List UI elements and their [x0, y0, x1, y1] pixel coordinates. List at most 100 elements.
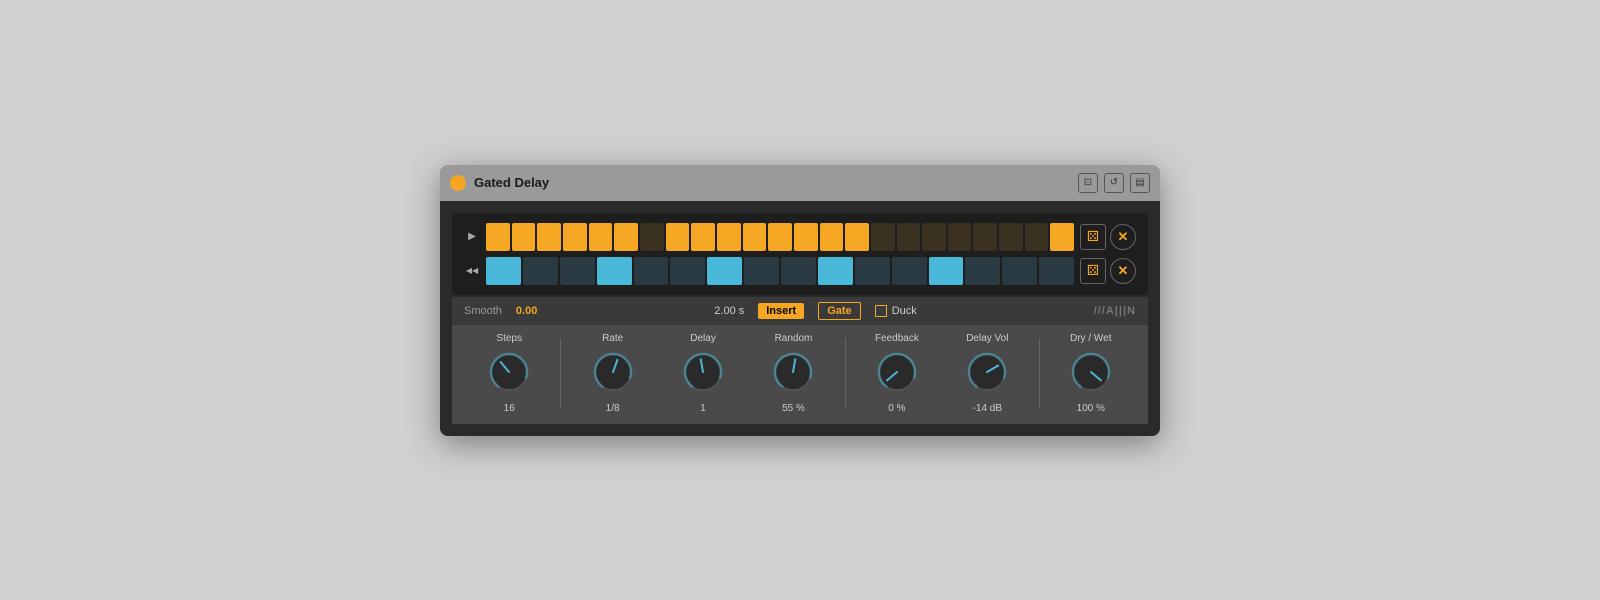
seq-row-2: ◀◀ ⚄ ✕	[464, 257, 1136, 285]
seq-cell-1-7[interactable]	[666, 223, 690, 251]
knob-steps[interactable]	[487, 350, 531, 399]
knob-label-feedback: Feedback	[875, 333, 919, 344]
refresh-icon[interactable]: ↺	[1104, 173, 1124, 193]
knob-label-random: Random	[775, 333, 813, 344]
knob-group-rate: Rate 1/8	[567, 333, 657, 414]
knob-dry-wet[interactable]	[1069, 350, 1113, 399]
knob-delay-vol[interactable]	[965, 350, 1009, 399]
bottom-bar: Smooth 0.00 2.00 s Insert Gate Duck ///A…	[452, 297, 1148, 325]
gate-button[interactable]: Gate	[818, 302, 860, 320]
knob-group-steps: Steps 16	[464, 333, 554, 414]
time-value: 2.00 s	[714, 305, 744, 317]
knob-group-delay: Delay 1	[658, 333, 748, 414]
seq-cell-1-5[interactable]	[614, 223, 638, 251]
sequencer-area: ▶ ⚄ ✕ ◀◀ ⚄ ✕	[452, 213, 1148, 295]
plugin-body: ▶ ⚄ ✕ ◀◀ ⚄ ✕ Smooth 0.00 2.00 s	[440, 201, 1160, 436]
insert-button[interactable]: Insert	[758, 303, 804, 319]
seq-cell-2-15[interactable]	[1039, 257, 1074, 285]
title-left: Gated Delay	[450, 175, 549, 191]
smooth-value: 0.00	[516, 305, 537, 317]
title-bar: Gated Delay ⊡ ↺ ▤	[440, 165, 1160, 201]
title-icons: ⊡ ↺ ▤	[1078, 173, 1150, 193]
seq-cell-2-3[interactable]	[597, 257, 632, 285]
seq-cell-1-9[interactable]	[717, 223, 741, 251]
seq-cells-1	[486, 223, 1074, 251]
seq-cell-2-0[interactable]	[486, 257, 521, 285]
seq-cell-1-3[interactable]	[563, 223, 587, 251]
seq-cell-2-14[interactable]	[1002, 257, 1037, 285]
knob-value-random: 55 %	[782, 403, 805, 414]
knob-value-steps: 16	[504, 403, 515, 414]
seq-cell-2-13[interactable]	[965, 257, 1000, 285]
seq-cell-1-16[interactable]	[897, 223, 921, 251]
seq-cell-2-7[interactable]	[744, 257, 779, 285]
dice-button-2[interactable]: ⚄	[1080, 258, 1106, 284]
knob-rate[interactable]	[591, 350, 635, 399]
window-title: Gated Delay	[474, 175, 549, 190]
seq-cell-2-4[interactable]	[634, 257, 669, 285]
seq-controls-2: ⚄ ✕	[1080, 258, 1136, 284]
brand-text: ///A|||N	[1094, 305, 1136, 317]
knob-group-feedback: Feedback 0 %	[852, 333, 942, 414]
seq-cell-2-11[interactable]	[892, 257, 927, 285]
close-button-2[interactable]: ✕	[1110, 258, 1136, 284]
seq-cell-1-10[interactable]	[743, 223, 767, 251]
knob-group-dry-wet: Dry / Wet 100 %	[1046, 333, 1136, 414]
seq-cell-1-19[interactable]	[973, 223, 997, 251]
knob-value-dry-wet: 100 %	[1077, 403, 1105, 414]
seq-cell-2-2[interactable]	[560, 257, 595, 285]
seq-cell-1-12[interactable]	[794, 223, 818, 251]
plugin-window: Gated Delay ⊡ ↺ ▤ ▶ ⚄ ✕ ◀◀	[440, 165, 1160, 436]
seq-cell-2-10[interactable]	[855, 257, 890, 285]
knob-group-random: Random 55 %	[748, 333, 838, 414]
seq-cell-1-13[interactable]	[820, 223, 844, 251]
resize-icon[interactable]: ⊡	[1078, 173, 1098, 193]
seq-cell-1-18[interactable]	[948, 223, 972, 251]
duck-container: Duck	[875, 305, 917, 317]
knob-feedback[interactable]	[875, 350, 919, 399]
power-button[interactable]	[450, 175, 466, 191]
seq-cell-1-22[interactable]	[1050, 223, 1074, 251]
dice-button-1[interactable]: ⚄	[1080, 224, 1106, 250]
knob-label-steps: Steps	[496, 333, 522, 344]
play-button-1[interactable]: ▶	[464, 231, 480, 242]
save-icon[interactable]: ▤	[1130, 173, 1150, 193]
duck-checkbox[interactable]	[875, 305, 887, 317]
knob-separator-1	[560, 338, 561, 408]
knob-value-rate: 1/8	[606, 403, 620, 414]
seq-cell-2-12[interactable]	[929, 257, 964, 285]
seq-cell-2-8[interactable]	[781, 257, 816, 285]
knob-label-delay-vol: Delay Vol	[966, 333, 1008, 344]
knob-value-delay-vol: -14 dB	[973, 403, 1002, 414]
seq-cell-1-4[interactable]	[589, 223, 613, 251]
knob-label-rate: Rate	[602, 333, 623, 344]
seq-row-1: ▶ ⚄ ✕	[464, 223, 1136, 251]
close-button-1[interactable]: ✕	[1110, 224, 1136, 250]
seq-cell-2-5[interactable]	[670, 257, 705, 285]
seq-cell-2-9[interactable]	[818, 257, 853, 285]
seq-cell-1-17[interactable]	[922, 223, 946, 251]
knob-label-dry-wet: Dry / Wet	[1070, 333, 1111, 344]
seq-cell-1-20[interactable]	[999, 223, 1023, 251]
seq-cell-2-1[interactable]	[523, 257, 558, 285]
seq-cell-1-11[interactable]	[768, 223, 792, 251]
seq-cell-1-0[interactable]	[486, 223, 510, 251]
seq-cell-1-15[interactable]	[871, 223, 895, 251]
knob-random[interactable]	[771, 350, 815, 399]
seq-cell-1-21[interactable]	[1025, 223, 1049, 251]
seq-cell-1-1[interactable]	[512, 223, 536, 251]
knobs-area: Steps 16Rate 1/8Delay 1Random 55 %Feedba…	[452, 325, 1148, 424]
knob-label-delay: Delay	[690, 333, 716, 344]
knob-group-delay-vol: Delay Vol -14 dB	[942, 333, 1032, 414]
knob-value-feedback: 0 %	[888, 403, 905, 414]
seq-cell-1-14[interactable]	[845, 223, 869, 251]
seq-cell-1-8[interactable]	[691, 223, 715, 251]
seq-cell-1-2[interactable]	[537, 223, 561, 251]
knob-separator-6	[1039, 338, 1040, 408]
knob-value-delay: 1	[700, 403, 706, 414]
knob-delay[interactable]	[681, 350, 725, 399]
play-button-2[interactable]: ◀◀	[464, 266, 480, 275]
seq-controls-1: ⚄ ✕	[1080, 224, 1136, 250]
seq-cell-2-6[interactable]	[707, 257, 742, 285]
seq-cell-1-6[interactable]	[640, 223, 664, 251]
